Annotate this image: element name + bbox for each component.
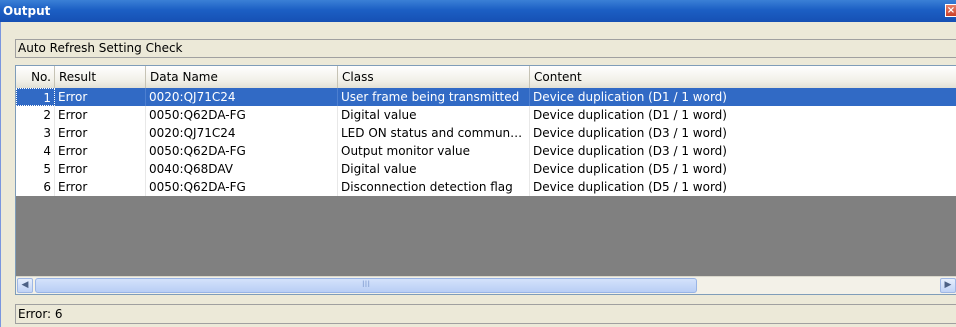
cell-class: LED ON status and commun… [338, 124, 530, 142]
cell-class: User frame being transmitted [338, 88, 530, 106]
table-row[interactable]: 6 Error 0050:Q62DA-FG Disconnection detecti… [16, 178, 956, 196]
cell-no: 2 [16, 106, 55, 124]
cell-result: Error [55, 88, 146, 106]
close-icon[interactable]: × [945, 4, 956, 17]
cell-data-name: 0050:Q62DA-FG [146, 142, 338, 160]
cell-content: Device duplication (D1 / 1 word) [530, 106, 956, 124]
scroll-thumb[interactable]: III [35, 278, 697, 293]
status-bar: Error: 6 [15, 304, 956, 324]
table-row[interactable]: 1 Error 0020:QJ71C24 User frame being trans… [16, 88, 956, 106]
cell-no: 3 [16, 124, 55, 142]
table-row[interactable]: 3 Error 0020:QJ71C24 LED ON status and comm… [16, 124, 956, 142]
column-header-content[interactable]: Content [530, 66, 956, 88]
cell-data-name: 0040:Q68DAV [146, 160, 338, 178]
cell-content: Device duplication (D1 / 1 word) [530, 88, 956, 106]
cell-data-name: 0050:Q62DA-FG [146, 106, 338, 124]
output-title-bar: Output × [0, 0, 956, 22]
scroll-grip: III [362, 280, 370, 290]
column-header-no[interactable]: No. [16, 66, 55, 88]
cell-data-name: 0020:QJ71C24 [146, 124, 338, 142]
cell-data-name: 0050:Q62DA-FG [146, 178, 338, 196]
table-row[interactable]: 4 Error 0050:Q62DA-FG Output monitor value D… [16, 142, 956, 160]
cell-no: 4 [16, 142, 55, 160]
scroll-right-icon[interactable]: ▶ [940, 278, 956, 293]
column-header-data-name[interactable]: Data Name [146, 66, 338, 88]
scroll-left-icon[interactable]: ◀ [17, 278, 33, 293]
cell-content: Device duplication (D3 / 1 word) [530, 124, 956, 142]
cell-result: Error [55, 178, 146, 196]
results-list[interactable]: No. Result Data Name Class Content 1 Erro… [15, 65, 956, 295]
cell-class: Disconnection detection flag [338, 178, 530, 196]
cell-result: Error [55, 142, 146, 160]
column-header-class[interactable]: Class [338, 66, 530, 88]
cell-no: 6 [16, 178, 55, 196]
cell-no: 5 [16, 160, 55, 178]
cell-data-name: 0020:QJ71C24 [146, 88, 338, 106]
cell-class: Digital value [338, 160, 530, 178]
cell-content: Device duplication (D5 / 1 word) [530, 160, 956, 178]
cell-class: Digital value [338, 106, 530, 124]
window-title: Output [3, 4, 51, 18]
horizontal-scrollbar[interactable]: ◀ III ▶ [16, 276, 956, 294]
check-title: Auto Refresh Setting Check [15, 39, 956, 58]
cell-result: Error [55, 124, 146, 142]
cell-result: Error [55, 160, 146, 178]
table-row[interactable]: 2 Error 0050:Q62DA-FG Digital value Device d… [16, 106, 956, 124]
table-header: No. Result Data Name Class Content [16, 66, 956, 89]
cell-content: Device duplication (D5 / 1 word) [530, 178, 956, 196]
cell-no: 1 [16, 88, 55, 106]
table-row[interactable]: 5 Error 0040:Q68DAV Digital value Device dup… [16, 160, 956, 178]
cell-result: Error [55, 106, 146, 124]
cell-class: Output monitor value [338, 142, 530, 160]
column-header-result[interactable]: Result [55, 66, 146, 88]
cell-content: Device duplication (D3 / 1 word) [530, 142, 956, 160]
